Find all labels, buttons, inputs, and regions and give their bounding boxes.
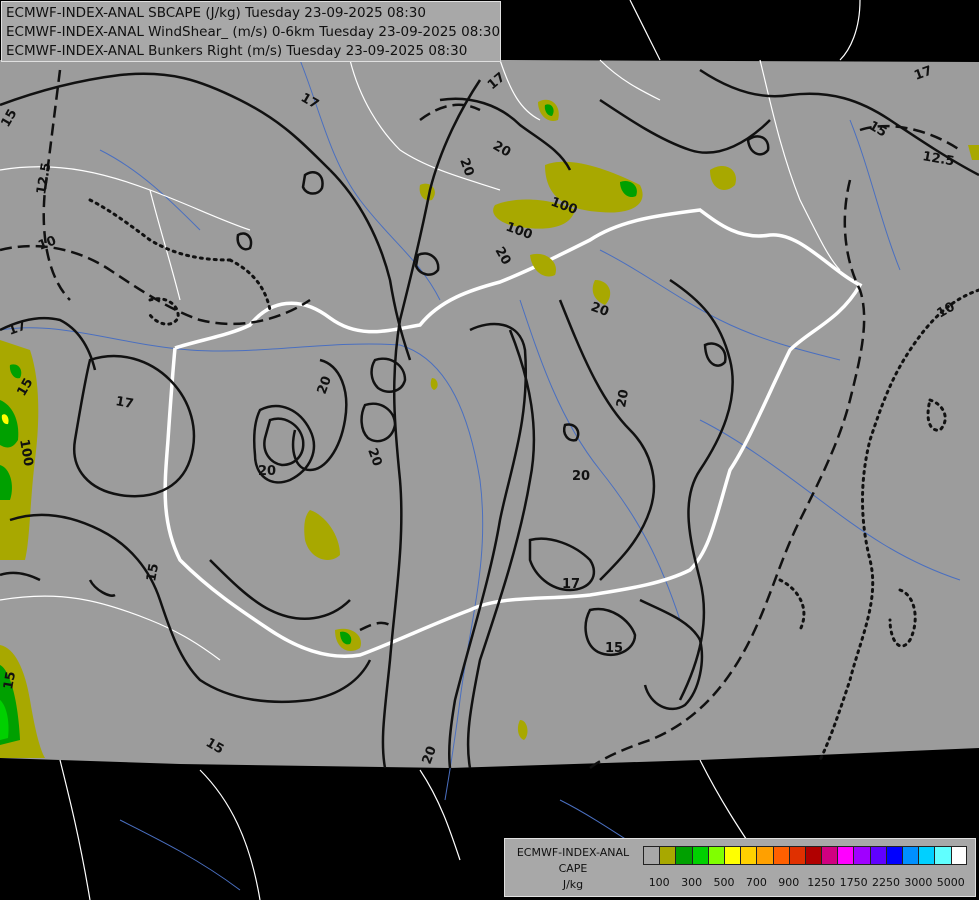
legend-tick-label: 900 xyxy=(778,876,800,889)
legend-swatch xyxy=(804,846,822,865)
legend-title-unit: J/kg xyxy=(562,878,584,891)
contour-label: 17 xyxy=(114,394,134,412)
legend-swatch xyxy=(934,846,951,865)
legend-swatch xyxy=(821,846,838,865)
legend-swatch xyxy=(853,846,870,865)
contour-label: 20 xyxy=(614,388,632,408)
contour-label: 20 xyxy=(572,469,590,484)
map-title-box: ECMWF-INDEX-ANAL SBCAPE (J/kg) Tuesday 2… xyxy=(1,1,501,62)
weather-map: 17 15 12.5 10 20 20 17 15 12.5 17 17 17 … xyxy=(0,0,979,900)
cape-legend: ECMWF-INDEX-ANAL CAPE J/kg 100 300 500 700 9… xyxy=(504,838,976,897)
legend-swatch xyxy=(788,846,805,865)
legend-swatch xyxy=(675,846,692,865)
legend-tick-label: 100 xyxy=(648,876,670,889)
legend-swatch xyxy=(772,846,789,865)
legend-swatch xyxy=(659,846,676,865)
legend-swatch xyxy=(869,846,886,865)
contour-label: 15 xyxy=(144,562,162,582)
legend-color-scale xyxy=(643,846,967,866)
legend-swatch xyxy=(950,846,967,865)
legend-tick-label: 1250 xyxy=(807,876,836,889)
legend-tick-label: 700 xyxy=(745,876,767,889)
contour-label: 17 xyxy=(562,577,580,592)
legend-swatch xyxy=(837,846,854,865)
legend-tick-label: 1750 xyxy=(839,876,868,889)
contour-label: 15 xyxy=(605,641,623,656)
title-windshear: ECMWF-INDEX-ANAL WindShear_ (m/s) 0-6km … xyxy=(6,24,501,40)
legend-swatch xyxy=(723,846,741,865)
data-domain xyxy=(0,60,979,768)
legend-swatch xyxy=(918,846,935,865)
legend-swatch xyxy=(740,846,757,865)
legend-title-source: ECMWF-INDEX-ANAL xyxy=(516,846,630,859)
title-sbcape: ECMWF-INDEX-ANAL SBCAPE (J/kg) Tuesday 2… xyxy=(6,5,426,21)
legend-swatch xyxy=(902,846,919,865)
contour-label: 15 xyxy=(1,670,19,690)
legend-tick-label: 2250 xyxy=(872,876,900,889)
legend-tick-label: 300 xyxy=(681,876,703,889)
legend-swatch xyxy=(707,846,724,865)
title-bunkers-right: ECMWF-INDEX-ANAL Bunkers Right (m/s) Tue… xyxy=(6,43,468,59)
legend-swatch xyxy=(691,846,708,865)
legend-tick-label: 3000 xyxy=(904,876,933,889)
legend-title-variable: CAPE xyxy=(558,862,588,875)
legend-swatch xyxy=(756,846,773,865)
legend-tick-label: 5000 xyxy=(936,876,965,889)
contour-label: 20 xyxy=(258,464,276,479)
legend-swatch xyxy=(885,846,902,865)
legend-swatch xyxy=(643,846,660,865)
legend-tick-label: 500 xyxy=(713,876,735,889)
